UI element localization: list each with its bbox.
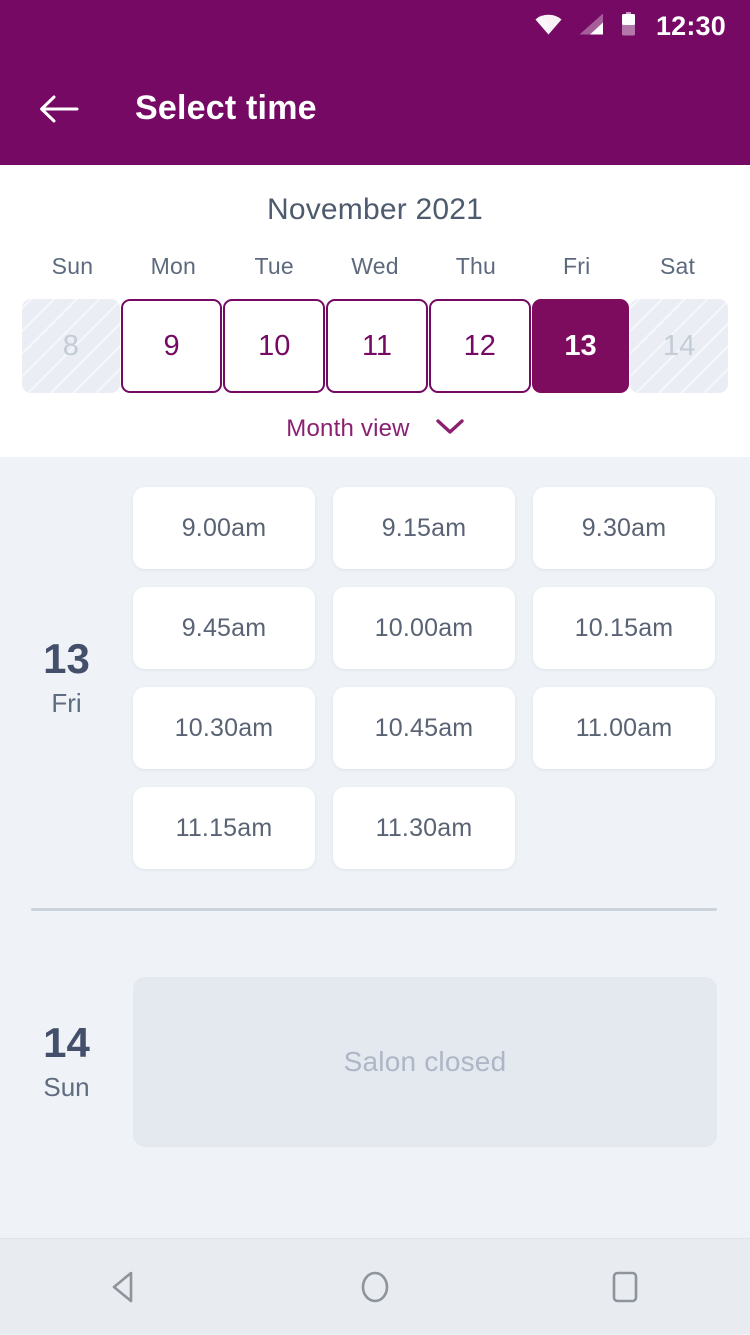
month-view-toggle[interactable]: Month view: [0, 415, 750, 443]
weekday-label: Tue: [254, 253, 294, 279]
nav-recents-square-icon: [612, 1271, 638, 1302]
day-cell-10[interactable]: 10: [223, 299, 326, 393]
time-slot[interactable]: 10.30am: [133, 687, 315, 769]
status-clock: 12:30: [655, 10, 726, 41]
page-title: Select time: [135, 89, 317, 127]
time-slot[interactable]: 9.45am: [133, 587, 315, 669]
time-slot[interactable]: 10.45am: [333, 687, 515, 769]
time-slot[interactable]: 10.15am: [533, 587, 715, 669]
day-cell-8: 8: [22, 299, 120, 393]
salon-closed-card: Salon closed: [133, 977, 717, 1147]
weekday-label: Wed: [351, 253, 399, 279]
day-number: 13: [43, 635, 90, 683]
back-arrow-icon: [40, 95, 79, 122]
battery-icon: [621, 11, 636, 41]
weekday-label: Thu: [455, 253, 496, 279]
weekday-label: Mon: [150, 253, 196, 279]
weekday-header-row: Sun Mon Tue Wed Thu Fri Sat: [0, 253, 750, 280]
wifi-icon: [535, 13, 562, 40]
schedule-list: 13 Fri 9.00am 9.15am 9.30am 9.45am 10.00…: [0, 457, 750, 1147]
status-bar: 12:30: [0, 0, 750, 52]
weekday-label: Sat: [660, 253, 696, 279]
day-cell-13[interactable]: 13: [531, 299, 630, 393]
chevron-down-icon: [435, 418, 464, 440]
calendar-panel: November 2021 Sun Mon Tue Wed Thu Fri Sa…: [0, 165, 750, 457]
calendar-days-row: 8 9 10 11 12 13 14: [0, 299, 750, 393]
time-slot[interactable]: 9.30am: [533, 487, 715, 569]
android-nav-bar: [0, 1238, 750, 1334]
weekday-label: Sun: [51, 253, 94, 279]
nav-home-circle-icon: [361, 1271, 389, 1302]
time-slot[interactable]: 11.15am: [133, 787, 315, 869]
month-view-label: Month view: [286, 415, 410, 442]
weekday-label: Fri: [563, 253, 591, 279]
nav-back-triangle-icon: [112, 1271, 133, 1302]
nav-recents-button[interactable]: [570, 1239, 680, 1335]
nav-back-button[interactable]: [70, 1239, 180, 1335]
nav-home-button[interactable]: [320, 1239, 430, 1335]
day-label-14: 14 Sun: [0, 977, 133, 1147]
day-name: Sun: [43, 1071, 90, 1102]
signal-icon: [579, 13, 604, 40]
day-number: 14: [43, 1019, 90, 1067]
back-button[interactable]: [33, 83, 85, 135]
time-slot[interactable]: 10.00am: [333, 587, 515, 669]
time-slot[interactable]: 11.30am: [333, 787, 515, 869]
day-cell-9[interactable]: 9: [120, 299, 223, 393]
day-group-14: 14 Sun Salon closed: [0, 911, 750, 1147]
day-cell-12[interactable]: 12: [428, 299, 531, 393]
day-cell-14: 14: [630, 299, 729, 393]
day-group-13: 13 Fri 9.00am 9.15am 9.30am 9.45am 10.00…: [0, 457, 750, 869]
time-slot[interactable]: 9.15am: [333, 487, 515, 569]
time-slot[interactable]: 9.00am: [133, 487, 315, 569]
day-label-13: 13 Fri: [0, 487, 133, 869]
time-slot[interactable]: 11.00am: [533, 687, 715, 769]
day-name: Fri: [51, 687, 82, 718]
month-title: November 2021: [266, 193, 484, 226]
app-bar: Select time: [0, 52, 750, 165]
slot-grid-13: 9.00am 9.15am 9.30am 9.45am 10.00am 10.1…: [133, 487, 750, 869]
day-cell-11[interactable]: 11: [326, 299, 428, 393]
